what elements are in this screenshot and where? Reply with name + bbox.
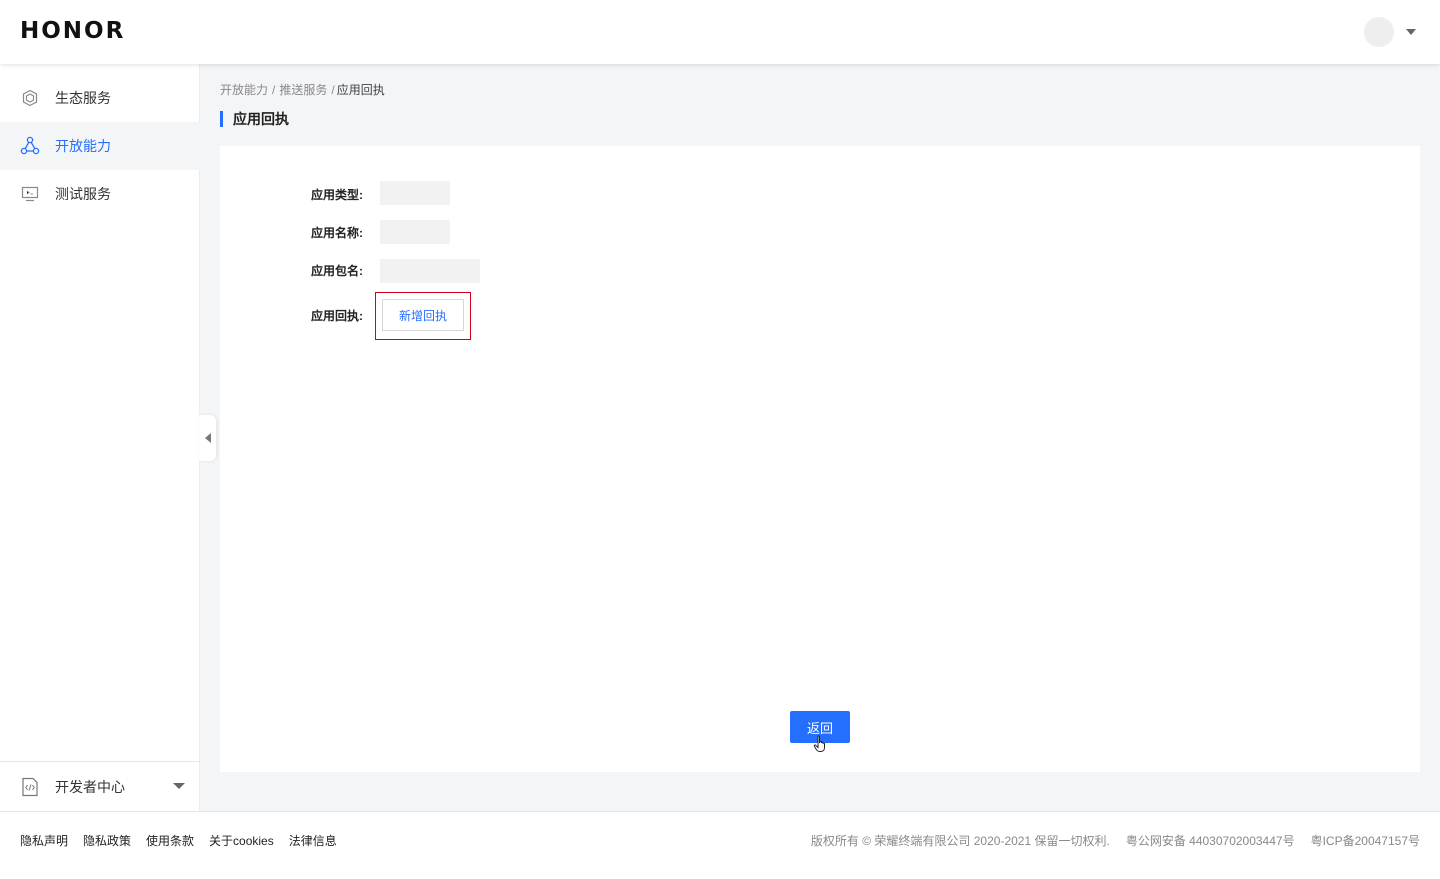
monitor-icon — [20, 184, 40, 204]
breadcrumb-separator: / — [272, 83, 276, 97]
code-file-icon — [20, 777, 40, 797]
footer-link-legal[interactable]: 法律信息 — [289, 832, 337, 849]
package-name-label: 应用包名: — [311, 264, 363, 278]
sidebar-item-label: 测试服务 — [55, 186, 111, 202]
app-type-value — [380, 181, 450, 205]
cube-icon — [20, 88, 40, 108]
app-receipt-label: 应用回执: — [311, 309, 363, 323]
breadcrumb-item[interactable]: 开放能力 — [220, 83, 268, 97]
developer-center-label: 开发者中心 — [55, 778, 125, 795]
sidebar-item-label: 生态服务 — [55, 90, 111, 106]
user-avatar[interactable] — [1364, 17, 1394, 47]
breadcrumb-item[interactable]: 推送服务 — [279, 83, 327, 97]
breadcrumb-current: 应用回执 — [336, 83, 385, 97]
sidebar-item-open-capabilities[interactable]: 开放能力 — [0, 122, 200, 170]
footer-link-privacy-policy[interactable]: 隐私政策 — [83, 832, 131, 849]
honor-logo[interactable]: HONOR — [20, 18, 125, 44]
sidebar-item-ecosystem-services[interactable]: 生态服务 — [0, 74, 200, 122]
breadcrumb-separator: / — [331, 83, 335, 97]
icp-record-link[interactable]: 粤ICP备20047157号 — [1311, 832, 1420, 849]
share-nodes-icon — [20, 136, 40, 156]
developer-center-menu[interactable]: 开发者中心 — [0, 761, 200, 811]
hand-pointer-cursor-icon — [813, 735, 829, 758]
page-title: 应用回执 — [220, 111, 289, 127]
content-card: 应用类型: 应用名称: 应用包名: 应用回执: 新增回执 返回 — [220, 146, 1420, 772]
sidebar-collapse-button[interactable] — [199, 415, 216, 461]
breadcrumb: 开放能力 / 推送服务 / 应用回执 — [220, 81, 385, 98]
top-header: HONOR — [0, 0, 1440, 64]
footer-links: 隐私声明 隐私政策 使用条款 关于cookies 法律信息 — [20, 832, 337, 849]
footer-link-terms[interactable]: 使用条款 — [146, 832, 194, 849]
add-receipt-button[interactable]: 新增回执 — [382, 299, 464, 331]
copyright-text: 版权所有 © 荣耀终端有限公司 2020-2021 保留一切权利. — [810, 834, 1110, 848]
chevron-down-icon[interactable] — [1406, 29, 1416, 35]
footer-legal-info: 版权所有 © 荣耀终端有限公司 2020-2021 保留一切权利. 粤公网安备 … — [811, 832, 1420, 849]
sidebar: 生态服务 开放能力 测试服务 开发者中心 — [0, 64, 200, 811]
police-record-link[interactable]: 粤公网安备 44030702003447号 — [1126, 832, 1295, 849]
package-name-value — [380, 259, 480, 283]
app-name-label: 应用名称: — [311, 226, 363, 240]
footer-link-privacy-statement[interactable]: 隐私声明 — [20, 832, 68, 849]
footer-link-cookies[interactable]: 关于cookies — [209, 832, 274, 849]
app-name-value — [380, 220, 450, 244]
sidebar-item-label: 开放能力 — [55, 138, 111, 154]
sidebar-item-test-services[interactable]: 测试服务 — [0, 170, 200, 218]
chevron-down-icon[interactable] — [173, 783, 185, 789]
app-type-label: 应用类型: — [311, 188, 363, 202]
chevron-left-icon — [204, 433, 211, 443]
footer: 隐私声明 隐私政策 使用条款 关于cookies 法律信息 版权所有 © 荣耀终… — [0, 811, 1440, 879]
